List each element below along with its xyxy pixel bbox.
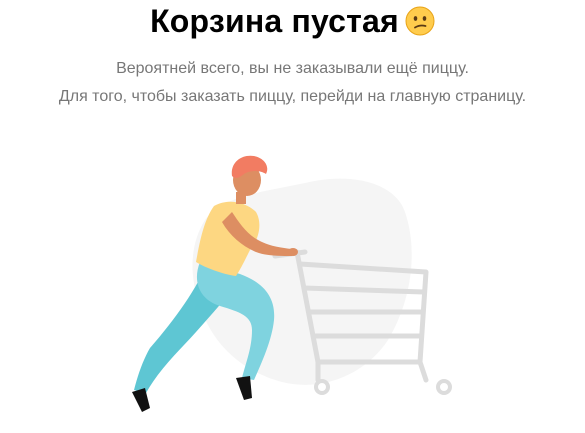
cart-wheels xyxy=(314,379,452,395)
front-shoe xyxy=(236,376,252,400)
back-shoe xyxy=(132,388,150,412)
hand xyxy=(288,248,298,256)
empty-cart-illustration xyxy=(132,155,452,412)
